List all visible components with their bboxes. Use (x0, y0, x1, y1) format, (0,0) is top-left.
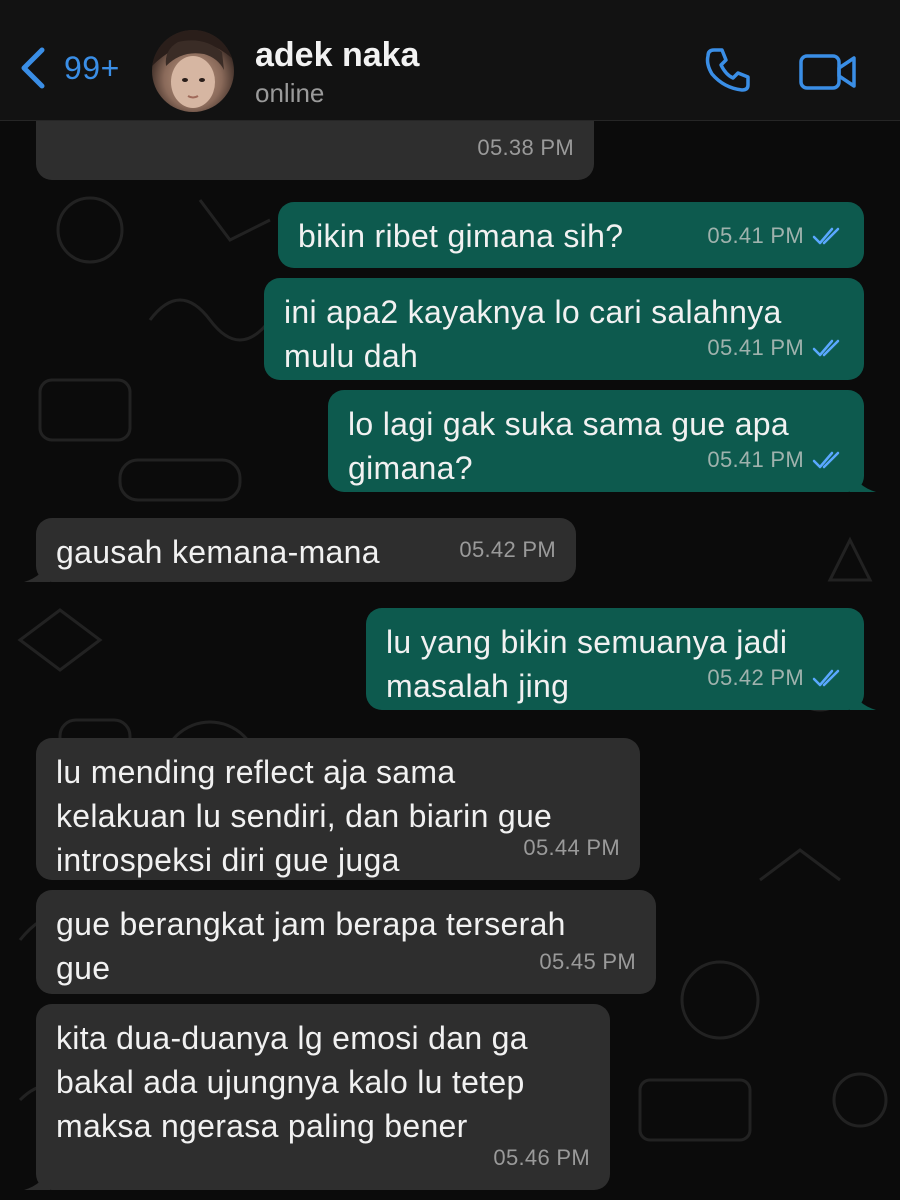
phone-icon[interactable] (702, 44, 754, 96)
message-meta: 05.46 PM (493, 1136, 590, 1180)
chat-header: 99+ adek naka online (0, 0, 900, 121)
message-list[interactable]: 05.38 PM bikin ribet gimana sih? 05.41 P… (0, 0, 900, 1200)
message-meta: 05.41 PM (707, 438, 844, 482)
message-time: 05.41 PM (707, 335, 804, 360)
message-time: 05.38 PM (477, 135, 574, 160)
message-outgoing[interactable]: ini apa2 kayaknya lo cari salahnya mulu … (264, 278, 864, 380)
double-check-icon (812, 669, 840, 687)
message-meta: 05.41 PM (707, 326, 844, 370)
message-meta: 05.41 PM (707, 214, 844, 258)
contact-status: online (255, 78, 325, 108)
chat-screen: 99+ adek naka online 05.38 PM bikin ribe… (0, 0, 900, 1200)
message-outgoing[interactable]: lo lagi gak suka sama gue apa gimana? 05… (328, 390, 876, 492)
message-incoming[interactable]: gausah kemana-mana 05.42 PM (24, 518, 576, 582)
back-button[interactable]: 99+ (18, 46, 120, 90)
message-meta: 05.45 PM (539, 940, 636, 984)
contact-name[interactable]: adek naka (255, 36, 419, 75)
unread-count: 99+ (64, 49, 120, 86)
message-meta: 05.42 PM (707, 656, 844, 700)
avatar[interactable] (152, 30, 234, 112)
bubble-tail (850, 686, 876, 710)
message-outgoing[interactable]: lu yang bikin semuanya jadi masalah jing… (366, 608, 876, 710)
double-check-icon (812, 227, 840, 245)
message-time: 05.46 PM (493, 1145, 590, 1170)
message-time: 05.41 PM (707, 447, 804, 472)
message-text: kita dua-duanya lg emosi dan ga bakal ad… (56, 1020, 528, 1144)
message-outgoing[interactable]: bikin ribet gimana sih? 05.41 PM (278, 202, 864, 268)
message-time: 05.44 PM (523, 835, 620, 860)
chevron-left-icon (21, 47, 45, 89)
message-time: 05.45 PM (539, 949, 636, 974)
message-incoming[interactable]: lu mending reflect aja sama kelakuan lu … (36, 738, 640, 880)
bubble-tail (24, 1166, 50, 1190)
bubble-tail (850, 468, 876, 492)
bubble-tail (24, 558, 50, 582)
message-incoming[interactable]: kita dua-duanya lg emosi dan ga bakal ad… (24, 1004, 610, 1190)
message-time: 05.42 PM (459, 537, 556, 562)
message-time: 05.42 PM (707, 665, 804, 690)
message-meta: 05.42 PM (459, 528, 556, 572)
message-meta: 05.44 PM (523, 826, 620, 870)
avatar-photo (152, 30, 234, 108)
double-check-icon (812, 451, 840, 469)
double-check-icon (812, 339, 840, 357)
message-meta: 05.38 PM (477, 126, 574, 170)
message-incoming[interactable]: gue berangkat jam berapa terserah gue 05… (36, 890, 656, 994)
message-time: 05.41 PM (707, 223, 804, 248)
video-camera-icon[interactable] (798, 50, 858, 94)
